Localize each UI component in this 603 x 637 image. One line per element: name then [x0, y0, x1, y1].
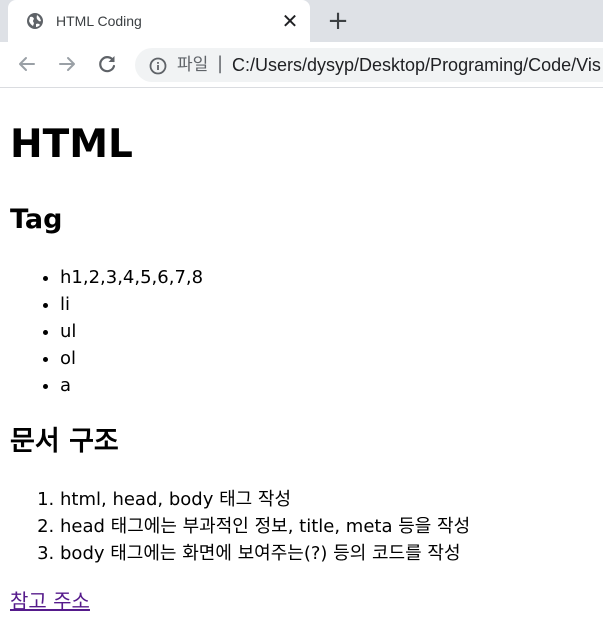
browser-window: HTML Coding ✕ + 파일 | C:/Users/dysyp/Desk…: [0, 0, 603, 637]
tab-title: HTML Coding: [56, 13, 142, 29]
info-icon[interactable]: [149, 57, 167, 75]
list-item: a: [60, 372, 203, 399]
close-icon[interactable]: ✕: [280, 11, 300, 31]
arrow-right-icon[interactable]: [55, 52, 79, 76]
list-item: li: [60, 291, 203, 318]
address-bar[interactable]: 파일 | C:/Users/dysyp/Desktop/Programing/C…: [135, 48, 603, 82]
tag-list: h1,2,3,4,5,6,7,8 li ul ol a: [0, 264, 203, 399]
address-scheme-label: 파일: [177, 55, 209, 75]
reference-link[interactable]: 참고 주소: [10, 588, 90, 614]
globe-icon: [26, 12, 44, 30]
page-heading: HTML: [10, 122, 133, 167]
reload-icon[interactable]: [95, 52, 119, 76]
tab-html-coding[interactable]: HTML Coding ✕: [8, 0, 310, 42]
address-separator: |: [217, 53, 224, 74]
new-tab-button[interactable]: +: [326, 8, 350, 34]
list-item: ol: [60, 345, 203, 372]
list-item: ul: [60, 318, 203, 345]
list-item: h1,2,3,4,5,6,7,8: [60, 264, 203, 291]
structure-list: html, head, body 태그 작성 head 태그에는 부과적인 정보…: [0, 486, 470, 567]
browser-toolbar: 파일 | C:/Users/dysyp/Desktop/Programing/C…: [0, 42, 603, 88]
list-item: body 태그에는 화면에 보여주는(?) 등의 코드를 작성: [60, 540, 470, 567]
tag-section-title: Tag: [10, 204, 63, 235]
address-url[interactable]: C:/Users/dysyp/Desktop/Programing/Code/V…: [232, 55, 601, 75]
list-item: head 태그에는 부과적인 정보, title, meta 등을 작성: [60, 513, 470, 540]
arrow-left-icon[interactable]: [15, 52, 39, 76]
structure-section-title: 문서 구조: [10, 426, 119, 457]
tab-strip: HTML Coding ✕ +: [0, 0, 603, 42]
list-item: html, head, body 태그 작성: [60, 486, 470, 513]
